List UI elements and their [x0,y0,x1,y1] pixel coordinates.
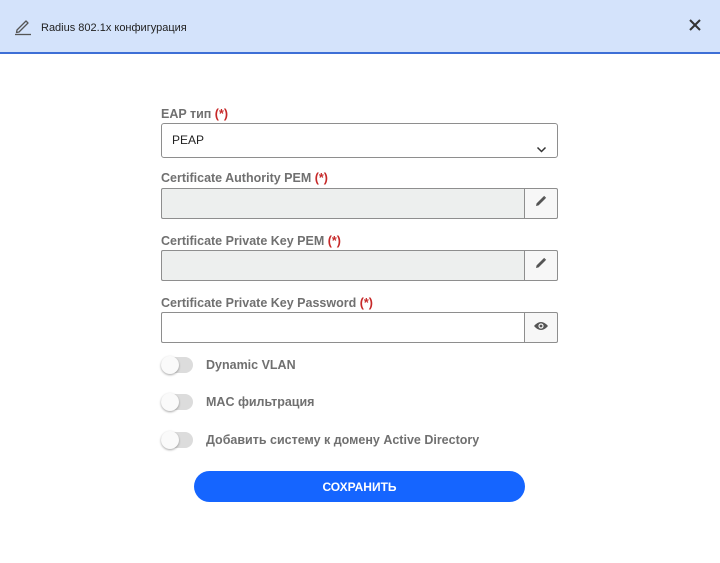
private-key-pem-edit-button[interactable] [524,250,558,281]
chevron-down-icon [536,135,547,153]
ca-pem-field [161,188,525,219]
ca-pem-edit-button[interactable] [524,188,558,219]
private-key-password-field[interactable] [161,312,525,343]
mac-filter-label: MAC фильтрация [206,395,315,409]
eap-type-label-text: EAP тип [161,107,212,121]
toggle-row-dynamic-vlan: Dynamic VLAN [161,356,296,374]
pencil-icon [13,16,33,36]
dialog-header: Radius 802.1x конфигурация [0,0,720,54]
required-mark: (*) [359,296,373,310]
pencil-icon [534,194,548,213]
ca-pem-input [162,189,525,218]
mac-filter-toggle[interactable] [161,393,193,411]
save-button[interactable]: СОХРАНИТЬ [194,471,525,502]
active-directory-label: Добавить систему к домену Active Directo… [206,433,480,447]
private-key-pem-input [162,251,525,280]
ca-pem-label-text: Certificate Authority PEM [161,171,312,185]
eye-icon [533,319,549,337]
close-button[interactable] [684,16,706,38]
toggle-knob [161,356,179,374]
pencil-icon [534,256,548,275]
toggle-knob [161,431,179,449]
required-mark: (*) [327,234,341,248]
close-icon [688,18,702,37]
private-key-password-input[interactable] [162,313,525,342]
eap-type-label: EAP тип (*) [161,107,228,121]
private-key-pem-label-text: Certificate Private Key PEM [161,234,325,248]
show-password-button[interactable] [524,312,558,343]
dynamic-vlan-toggle[interactable] [161,356,193,374]
eap-type-value: PEAP [172,133,205,147]
private-key-password-label: Certificate Private Key Password (*) [161,296,373,310]
private-key-password-label-text: Certificate Private Key Password [161,296,357,310]
dialog-title: Radius 802.1x конфигурация [41,22,187,34]
private-key-pem-label: Certificate Private Key PEM (*) [161,234,341,248]
ca-pem-label: Certificate Authority PEM (*) [161,171,328,185]
required-mark: (*) [214,107,228,121]
required-mark: (*) [314,171,328,185]
dynamic-vlan-label: Dynamic VLAN [206,358,296,372]
toggle-knob [161,393,179,411]
eap-type-select[interactable]: PEAP [161,123,558,158]
private-key-pem-field [161,250,525,281]
toggle-row-active-directory: Добавить систему к домену Active Directo… [161,431,479,449]
active-directory-toggle[interactable] [161,431,193,449]
toggle-row-mac-filter: MAC фильтрация [161,393,314,411]
